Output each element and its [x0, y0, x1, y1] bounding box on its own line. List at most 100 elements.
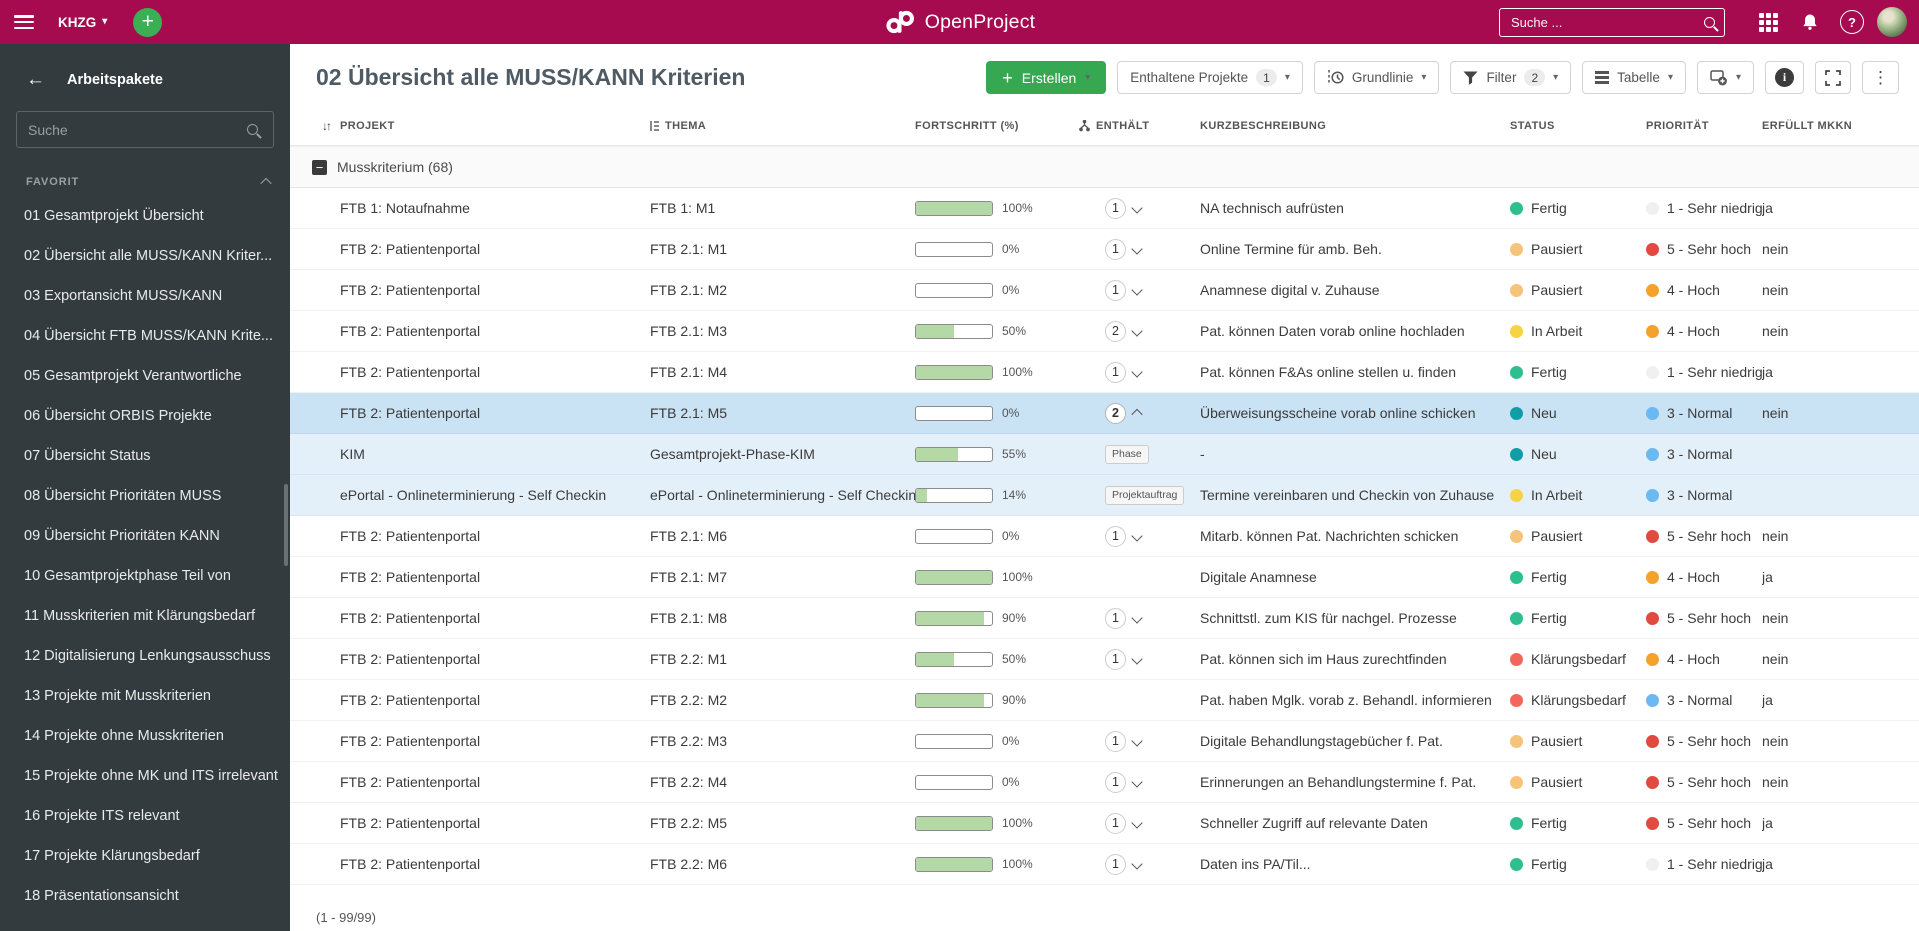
- cell-priority[interactable]: 3 - Normal: [1646, 405, 1762, 421]
- chevron-icon[interactable]: [1131, 366, 1143, 378]
- cell-priority[interactable]: 5 - Sehr hoch: [1646, 733, 1762, 749]
- cell-project[interactable]: FTB 1: Notaufnahme: [340, 200, 650, 216]
- sidebar-item[interactable]: 04 Übersicht FTB MUSS/KANN Krite...: [0, 316, 290, 356]
- contains-count-badge[interactable]: 1: [1105, 238, 1126, 260]
- cell-thema[interactable]: ePortal - Onlineterminierung - Self Chec…: [650, 487, 915, 503]
- cell-erfuellt-mkkn[interactable]: nein: [1762, 774, 1919, 790]
- table-row[interactable]: FTB 2: Patientenportal FTB 2.1: M2 0% 1 …: [290, 270, 1919, 311]
- cell-thema[interactable]: FTB 2.1: M5: [650, 405, 915, 421]
- sidebar-item[interactable]: 11 Musskriterien mit Klärungsbedarf: [0, 596, 290, 636]
- more-menu-button[interactable]: ⋮: [1862, 61, 1899, 94]
- table-row[interactable]: FTB 2: Patientenportal FTB 2.2: M6 100% …: [290, 844, 1919, 885]
- cell-description[interactable]: -: [1200, 446, 1510, 462]
- insert-widget-button[interactable]: ▾: [1696, 61, 1754, 94]
- sidebar-item[interactable]: 18 Präsentationsansicht: [0, 876, 290, 916]
- contains-count-badge[interactable]: 1: [1105, 812, 1126, 834]
- cell-status[interactable]: Fertig: [1510, 364, 1646, 380]
- cell-progress[interactable]: 100%: [915, 364, 1079, 380]
- contains-count-badge[interactable]: 1: [1105, 525, 1126, 547]
- column-header-status[interactable]: STATUS: [1510, 120, 1646, 132]
- cell-erfuellt-mkkn[interactable]: nein: [1762, 651, 1919, 667]
- cell-description[interactable]: Pat. können Daten vorab online hochladen: [1200, 323, 1510, 339]
- table-row[interactable]: FTB 1: Notaufnahme FTB 1: M1 100% 1 NA t…: [290, 188, 1919, 229]
- cell-thema[interactable]: FTB 2.2: M5: [650, 815, 915, 831]
- cell-erfuellt-mkkn[interactable]: nein: [1762, 282, 1919, 298]
- back-arrow-icon[interactable]: ←: [26, 70, 45, 89]
- cell-thema[interactable]: FTB 2.2: M6: [650, 856, 915, 872]
- cell-description[interactable]: Schneller Zugriff auf relevante Daten: [1200, 815, 1510, 831]
- contains-count-badge[interactable]: 1: [1105, 771, 1126, 793]
- cell-contains[interactable]: 1: [1079, 771, 1200, 793]
- display-mode-button[interactable]: Tabelle ▾: [1582, 61, 1686, 94]
- openproject-logo[interactable]: OpenProject: [884, 0, 1036, 44]
- cell-thema[interactable]: FTB 2.1: M8: [650, 610, 915, 626]
- column-header-enthaelt[interactable]: ENTHÄLT: [1079, 119, 1200, 133]
- contains-count-badge[interactable]: 1: [1105, 853, 1126, 875]
- fullscreen-button[interactable]: [1815, 61, 1851, 94]
- cell-thema[interactable]: FTB 2.2: M3: [650, 733, 915, 749]
- cell-description[interactable]: Überweisungsscheine vorab online schicke…: [1200, 405, 1510, 421]
- sidebar-item[interactable]: 06 Übersicht ORBIS Projekte: [0, 396, 290, 436]
- cell-priority[interactable]: 4 - Hoch: [1646, 651, 1762, 667]
- contains-count-badge[interactable]: 1: [1105, 730, 1126, 752]
- cell-progress[interactable]: 0%: [915, 733, 1079, 749]
- cell-project[interactable]: ePortal - Onlineterminierung - Self Chec…: [340, 487, 650, 503]
- cell-progress[interactable]: 100%: [915, 200, 1079, 216]
- chevron-icon[interactable]: [1131, 284, 1143, 296]
- cell-priority[interactable]: 3 - Normal: [1646, 487, 1762, 503]
- cell-priority[interactable]: 5 - Sehr hoch: [1646, 528, 1762, 544]
- baseline-button[interactable]: Grundlinie ▾: [1313, 61, 1440, 94]
- table-row[interactable]: FTB 2: Patientenportal FTB 2.2: M2 90% P…: [290, 680, 1919, 721]
- chevron-icon[interactable]: [1131, 817, 1143, 829]
- cell-description[interactable]: NA technisch aufrüsten: [1200, 200, 1510, 216]
- chevron-icon[interactable]: [1131, 325, 1143, 337]
- cell-project[interactable]: FTB 2: Patientenportal: [340, 774, 650, 790]
- table-row[interactable]: FTB 2: Patientenportal FTB 2.1: M1 0% 1 …: [290, 229, 1919, 270]
- cell-status[interactable]: Fertig: [1510, 569, 1646, 585]
- cell-description[interactable]: Erinnerungen an Behandlungstermine f. Pa…: [1200, 774, 1510, 790]
- chevron-icon[interactable]: [1131, 408, 1143, 421]
- cell-contains[interactable]: 1: [1079, 607, 1200, 629]
- table-row[interactable]: FTB 2: Patientenportal FTB 2.2: M1 50% 1…: [290, 639, 1919, 680]
- sidebar-item[interactable]: 16 Projekte ITS relevant: [0, 796, 290, 836]
- cell-contains[interactable]: 1: [1079, 648, 1200, 670]
- sidebar-item[interactable]: 02 Übersicht alle MUSS/KANN Kriter...: [0, 236, 290, 276]
- column-header-prioritaet[interactable]: PRIORITÄT: [1646, 120, 1762, 132]
- project-selector[interactable]: KHZG ▾: [58, 15, 107, 30]
- cell-priority[interactable]: 1 - Sehr niedrig: [1646, 856, 1762, 872]
- chevron-icon[interactable]: [1131, 202, 1143, 214]
- cell-erfuellt-mkkn[interactable]: nein: [1762, 733, 1919, 749]
- cell-contains[interactable]: 1: [1079, 730, 1200, 752]
- cell-progress[interactable]: 90%: [915, 610, 1079, 626]
- chevron-icon[interactable]: [1131, 653, 1143, 665]
- cell-project[interactable]: FTB 2: Patientenportal: [340, 692, 650, 708]
- sidebar-search[interactable]: [16, 111, 274, 148]
- cell-priority[interactable]: 3 - Normal: [1646, 692, 1762, 708]
- contains-count-badge[interactable]: 1: [1105, 361, 1126, 383]
- cell-status[interactable]: Pausiert: [1510, 528, 1646, 544]
- cell-status[interactable]: Pausiert: [1510, 241, 1646, 257]
- table-row[interactable]: FTB 2: Patientenportal FTB 2.2: M5 100% …: [290, 803, 1919, 844]
- cell-thema[interactable]: FTB 2.1: M6: [650, 528, 915, 544]
- cell-progress[interactable]: 0%: [915, 405, 1079, 421]
- info-button[interactable]: i: [1765, 61, 1804, 94]
- create-button[interactable]: + Erstellen ▾: [986, 61, 1107, 94]
- cell-contains[interactable]: Phase: [1079, 444, 1200, 464]
- cell-progress[interactable]: 0%: [915, 282, 1079, 298]
- column-header-thema[interactable]: THEMA: [650, 120, 915, 132]
- table-row[interactable]: FTB 2: Patientenportal FTB 2.1: M7 100% …: [290, 557, 1919, 598]
- column-header-kurzbeschreibung[interactable]: KURZBESCHREIBUNG: [1200, 120, 1510, 132]
- cell-description[interactable]: Mitarb. können Pat. Nachrichten schicken: [1200, 528, 1510, 544]
- hamburger-menu-icon[interactable]: [14, 15, 34, 29]
- cell-status[interactable]: Neu: [1510, 405, 1646, 421]
- column-header-fortschritt[interactable]: FORTSCHRITT (%): [915, 120, 1079, 132]
- cell-project[interactable]: FTB 2: Patientenportal: [340, 364, 650, 380]
- cell-status[interactable]: Fertig: [1510, 856, 1646, 872]
- cell-erfuellt-mkkn[interactable]: nein: [1762, 610, 1919, 626]
- cell-description[interactable]: Digitale Anamnese: [1200, 569, 1510, 585]
- cell-status[interactable]: Klärungsbedarf: [1510, 692, 1646, 708]
- cell-thema[interactable]: FTB 2.1: M4: [650, 364, 915, 380]
- cell-contains[interactable]: 1: [1079, 361, 1200, 383]
- cell-progress[interactable]: 100%: [915, 569, 1079, 585]
- cell-status[interactable]: In Arbeit: [1510, 487, 1646, 503]
